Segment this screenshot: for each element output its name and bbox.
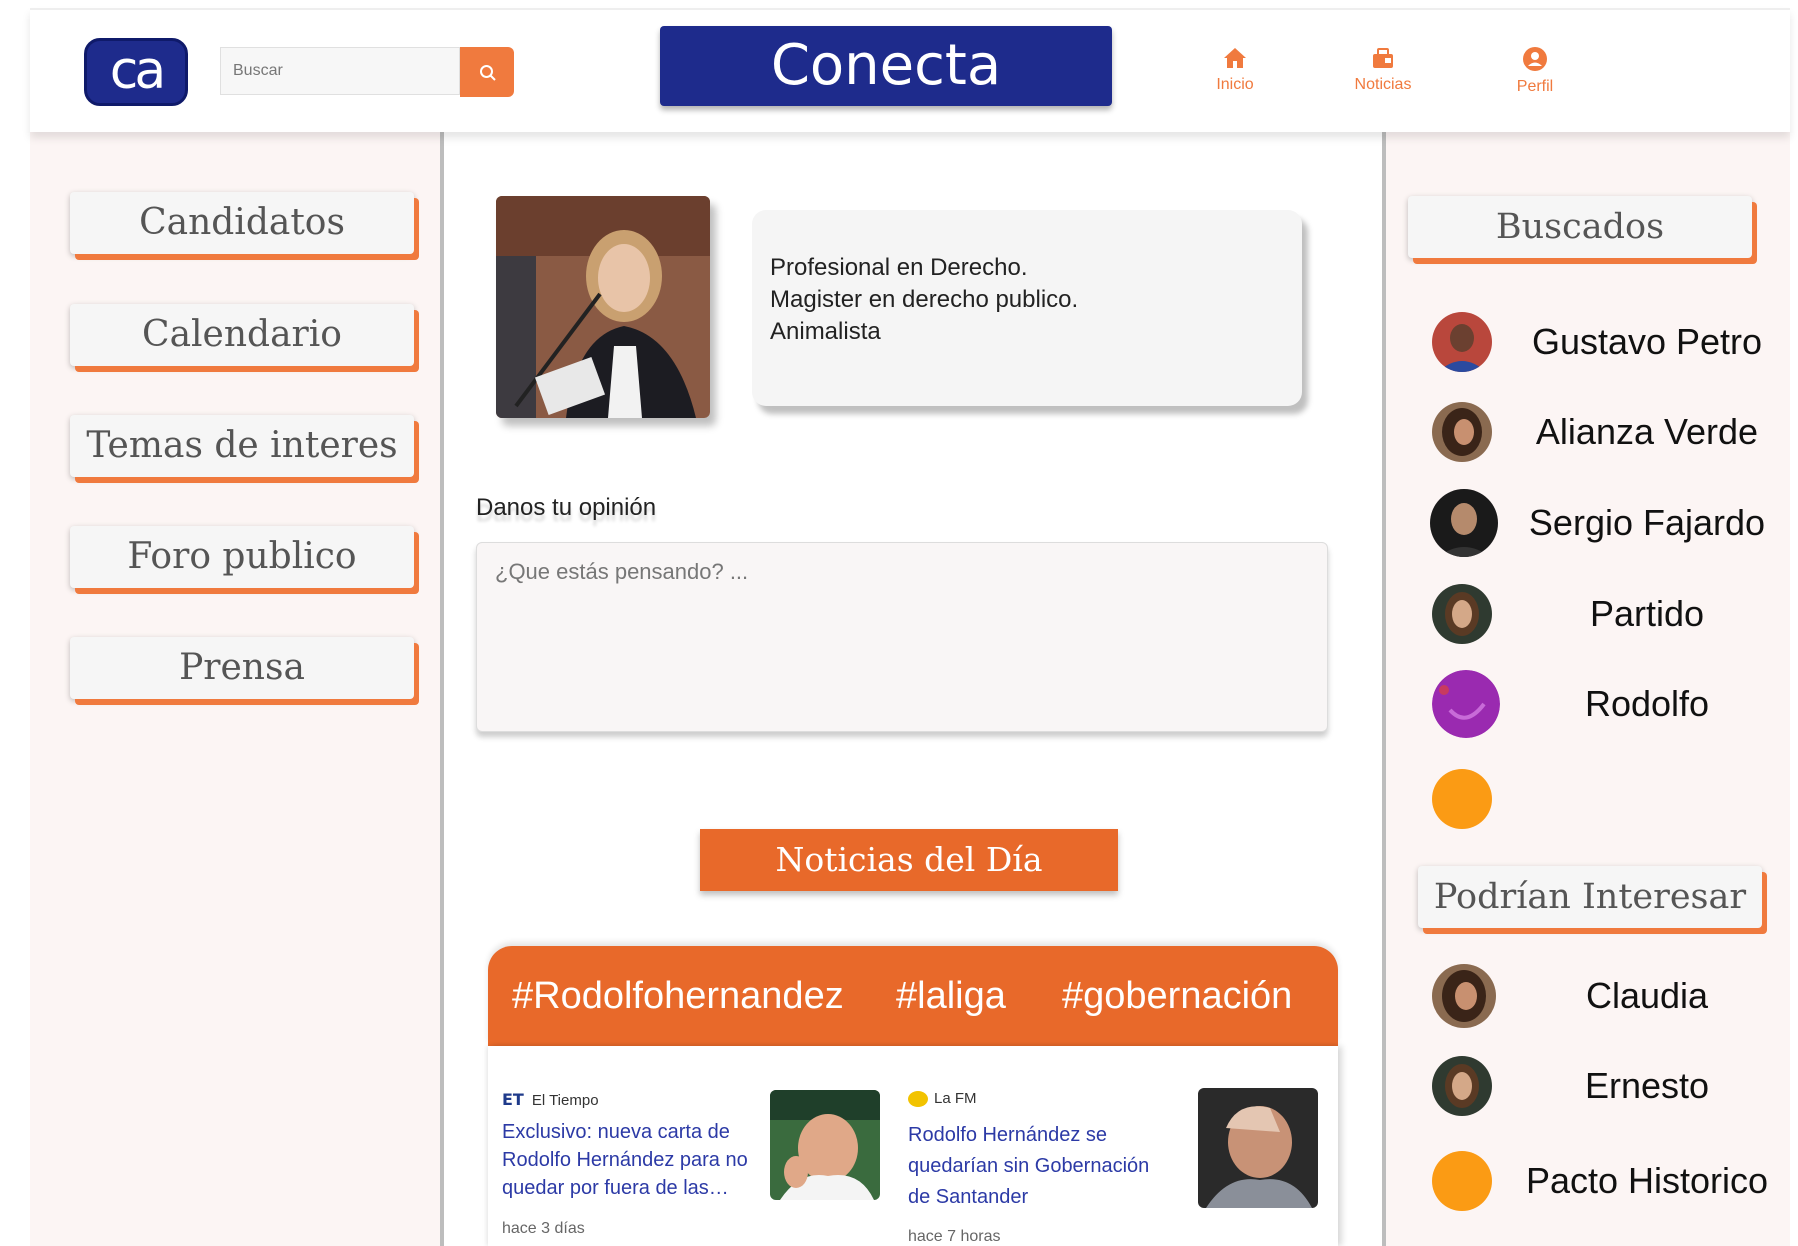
avatar xyxy=(1430,489,1498,557)
news-source: ET El Tiempo xyxy=(502,1090,599,1109)
source-name: La FM xyxy=(934,1090,977,1107)
bio-line: Magister en derecho publico. xyxy=(770,286,1079,313)
el-tiempo-logo: ET xyxy=(502,1090,524,1109)
search-placeholder: Buscar xyxy=(233,62,283,79)
source-name: El Tiempo xyxy=(531,1092,599,1109)
list-item[interactable]: Partido xyxy=(1432,579,1792,649)
app-logo[interactable]: ca xyxy=(84,38,188,106)
news-headline-link[interactable]: Exclusivo: nueva carta de Rodolfo Hernán… xyxy=(502,1118,750,1202)
sidebar-item-foro[interactable]: Foro publico xyxy=(70,526,414,588)
list-item[interactable]: Rodolfo xyxy=(1432,669,1792,739)
avatar xyxy=(1432,964,1496,1028)
avatar xyxy=(1432,1151,1492,1211)
person-name: Pacto Historico xyxy=(1525,1160,1769,1201)
sidebar-item-prensa[interactable]: Prensa xyxy=(70,637,414,699)
home-icon xyxy=(1224,48,1246,68)
sidebar-item-label: Foro publico xyxy=(127,536,357,577)
news-timestamp: hace 7 horas xyxy=(908,1228,1001,1245)
list-item[interactable] xyxy=(1432,764,1792,834)
news-icon xyxy=(1373,48,1393,68)
bio-line: Profesional en Derecho. xyxy=(770,254,1028,281)
sidebar-item-calendario[interactable]: Calendario xyxy=(70,304,414,366)
brand-title: Conecta xyxy=(770,33,1002,98)
person-name: Rodolfo xyxy=(1584,683,1710,724)
person-name: Ernesto xyxy=(1584,1065,1710,1106)
avatar xyxy=(1432,584,1492,644)
hashtag[interactable]: #gobernación xyxy=(1062,946,1292,1046)
page: ca Buscar Conecta Inicio Noticias Perfil… xyxy=(0,0,1798,1246)
news-source: La FM xyxy=(908,1090,977,1108)
nav-inicio[interactable]: Inicio xyxy=(1190,46,1280,94)
brand-banner: Conecta xyxy=(660,26,1112,106)
person-name: Partido xyxy=(1589,593,1705,634)
search-input[interactable]: Buscar xyxy=(220,47,460,95)
person-name: Alianza Verde xyxy=(1535,411,1759,452)
opinion-placeholder: ¿Que estás pensando? ... xyxy=(495,559,749,584)
list-item[interactable]: Ernesto xyxy=(1432,1051,1792,1121)
hashtag[interactable]: #laliga xyxy=(896,946,1006,1046)
avatar xyxy=(1432,1056,1492,1116)
hashtag[interactable]: #Rodolfohernandez xyxy=(512,946,844,1046)
sidebar-item-temas[interactable]: Temas de interes xyxy=(70,415,414,477)
profile-photo xyxy=(496,196,710,418)
person-name: Gustavo Petro xyxy=(1531,321,1763,362)
person-name: Sergio Fajardo xyxy=(1528,502,1766,543)
la-fm-logo xyxy=(908,1091,928,1108)
list-item[interactable]: Gustavo Petro xyxy=(1432,307,1792,377)
sidebar-item-candidatos[interactable]: Candidatos xyxy=(70,192,414,254)
nav-inicio-label: Inicio xyxy=(1216,76,1254,93)
list-item[interactable]: Alianza Verde xyxy=(1432,397,1792,467)
nav-perfil-label: Perfil xyxy=(1516,78,1554,95)
news-thumbnail[interactable] xyxy=(1198,1088,1318,1208)
search-button[interactable] xyxy=(460,47,514,97)
avatar xyxy=(1432,769,1492,829)
list-item[interactable]: Claudia xyxy=(1432,961,1792,1031)
list-item[interactable]: Pacto Historico xyxy=(1432,1146,1792,1216)
news-section-title: Noticias del Día xyxy=(700,829,1118,891)
bio-card: Profesional en Derecho. Magister en dere… xyxy=(752,210,1302,406)
opinion-textarea[interactable]: ¿Que estás pensando? ... xyxy=(476,542,1328,732)
sidebar-item-label: Temas de interes xyxy=(86,425,398,466)
hashtag-bar: #Rodolfohernandez #laliga #gobernación xyxy=(488,946,1338,1046)
sidebar-item-label: Candidatos xyxy=(139,202,345,243)
top-header: ca Buscar Conecta Inicio Noticias Perfil xyxy=(30,8,1790,132)
logo-text: ca xyxy=(109,41,167,101)
avatar xyxy=(1432,312,1492,372)
sidebar-item-label: Calendario xyxy=(142,314,342,355)
podrian-interesar-header: Podrían Interesar xyxy=(1418,866,1762,928)
sidebar-item-label: Prensa xyxy=(179,647,305,688)
bio-line: Animalista xyxy=(770,318,881,345)
search-icon xyxy=(480,65,496,81)
nav-perfil[interactable]: Perfil xyxy=(1490,46,1580,96)
avatar xyxy=(1432,402,1492,462)
person-name xyxy=(1502,764,1792,834)
person-name: Claudia xyxy=(1585,975,1709,1016)
news-timestamp: hace 3 días xyxy=(502,1220,585,1237)
profile-icon xyxy=(1523,47,1547,71)
buscados-header: Buscados xyxy=(1408,196,1752,258)
avatar xyxy=(1432,670,1500,738)
opinion-label: Danos tu opinión xyxy=(476,494,657,521)
nav-noticias[interactable]: Noticias xyxy=(1338,46,1428,94)
list-item[interactable]: Sergio Fajardo xyxy=(1430,488,1792,558)
nav-noticias-label: Noticias xyxy=(1354,76,1412,93)
news-thumbnail[interactable] xyxy=(770,1090,880,1200)
news-headline-link[interactable]: Rodolfo Hernández se quedarían sin Gober… xyxy=(908,1120,1168,1213)
